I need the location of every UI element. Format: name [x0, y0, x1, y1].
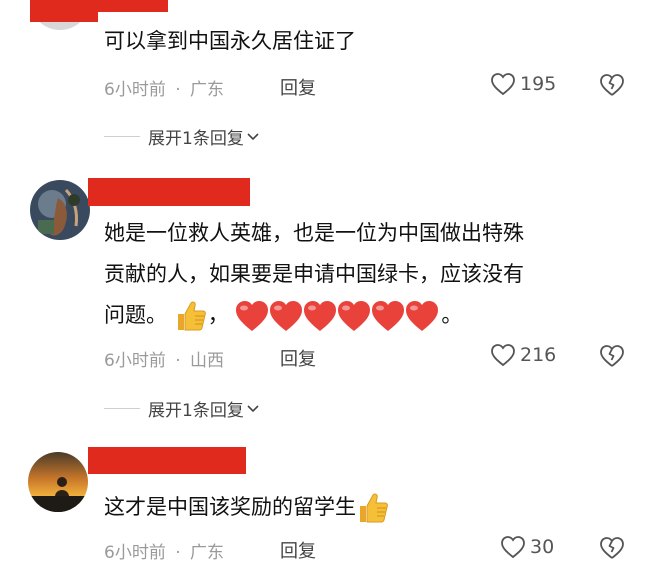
- like-button[interactable]: 30: [500, 535, 554, 559]
- redacted-username: [90, 0, 168, 12]
- red-heart-emoji: [338, 301, 371, 331]
- divider-line: [104, 408, 140, 409]
- red-heart-emoji: [236, 301, 269, 331]
- expand-label: 展开1条回复: [148, 129, 244, 149]
- comment-location: 广东: [190, 543, 225, 563]
- thumbs-up-emoji: [177, 301, 206, 331]
- comment-text: 问题。 ， 。: [104, 298, 462, 333]
- comment-text: 她是一位救人英雄，也是一位为中国做出特殊: [104, 221, 524, 245]
- meta-separator: ·: [175, 543, 181, 563]
- red-heart-emoji: [406, 301, 439, 331]
- comment-text: 可以拿到中国永久居住证了: [104, 29, 356, 53]
- expand-label: 展开1条回复: [148, 401, 244, 421]
- comment-meta: 6小时前 · 广东: [104, 538, 224, 563]
- chevron-down-icon: [247, 132, 259, 140]
- redacted-username: [88, 447, 246, 474]
- comment-text: 贡献的人，如果要是申请中国绿卡，应该没有: [104, 262, 524, 286]
- avatar[interactable]: [28, 452, 88, 512]
- comment-meta: 6小时前 · 广东: [104, 75, 224, 100]
- like-count: 216: [520, 344, 557, 366]
- comment-location: 广东: [190, 80, 225, 100]
- like-count: 195: [520, 73, 557, 95]
- redacted-username: [30, 0, 98, 22]
- red-heart-emoji: [270, 301, 303, 331]
- dislike-button[interactable]: [598, 72, 626, 102]
- comment-location: 山西: [190, 351, 225, 371]
- dislike-button[interactable]: [598, 535, 626, 565]
- heart-outline-icon: [491, 344, 515, 367]
- broken-heart-icon: [600, 74, 624, 96]
- heart-outline-icon: [501, 536, 525, 559]
- comment-text: 这才是中国该奖励的留学生: [104, 490, 390, 525]
- avatar[interactable]: [30, 180, 90, 240]
- expand-replies-button[interactable]: 展开1条回复: [104, 124, 260, 149]
- chevron-down-icon: [247, 404, 259, 412]
- broken-heart-icon: [600, 537, 624, 559]
- red-heart-emoji-row: [236, 301, 439, 331]
- comment-meta: 6小时前 · 山西: [104, 346, 224, 371]
- comment-time: 6小时前: [104, 80, 166, 100]
- divider-line: [104, 136, 140, 137]
- like-count: 30: [530, 536, 555, 558]
- dislike-button[interactable]: [598, 343, 626, 373]
- comment-time: 6小时前: [104, 543, 166, 563]
- like-button[interactable]: 216: [490, 343, 556, 367]
- reply-button[interactable]: 回复: [280, 345, 316, 371]
- reply-button[interactable]: 回复: [280, 537, 316, 563]
- thumbs-up-emoji: [360, 493, 388, 523]
- comma: ，: [207, 303, 229, 327]
- redacted-username: [88, 178, 250, 206]
- broken-heart-icon: [600, 345, 624, 367]
- meta-separator: ·: [175, 80, 181, 100]
- heart-outline-icon: [491, 73, 515, 96]
- red-heart-emoji: [304, 301, 337, 331]
- reply-button[interactable]: 回复: [280, 74, 316, 100]
- meta-separator: ·: [175, 351, 181, 371]
- red-heart-emoji: [372, 301, 405, 331]
- like-button[interactable]: 195: [490, 72, 556, 96]
- expand-replies-button[interactable]: 展开1条回复: [104, 396, 260, 421]
- period: 。: [441, 303, 463, 327]
- comment-time: 6小时前: [104, 351, 166, 371]
